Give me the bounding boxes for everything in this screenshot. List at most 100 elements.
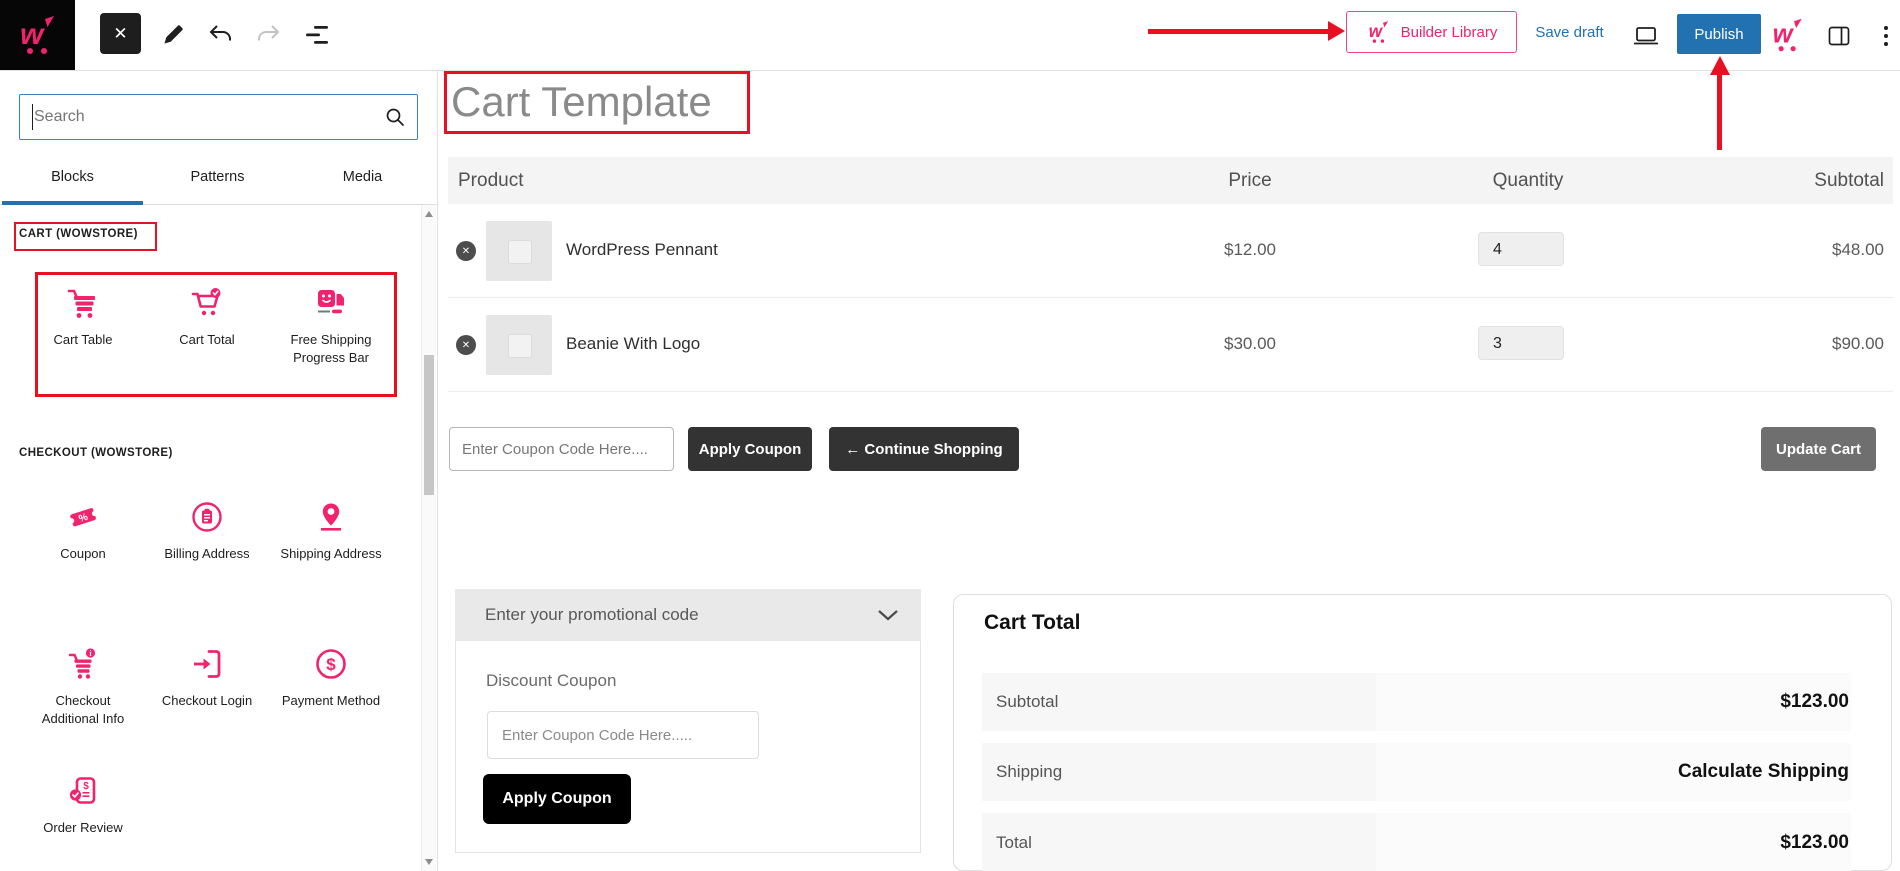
sidebar-panel-icon (1828, 26, 1850, 46)
scroll-down-icon[interactable] (425, 859, 433, 865)
row-label: Shipping (982, 743, 1376, 801)
free-shipping-progress-bar-icon (318, 290, 344, 314)
list-view-button[interactable] (302, 22, 332, 48)
cart-row[interactable]: ✕ WordPress Pennant $12.00 4 $48.00 (448, 204, 1893, 298)
remove-item-button[interactable]: ✕ (456, 241, 476, 261)
block-item-billing-address[interactable]: Billing Address (145, 498, 269, 563)
discount-coupon-title: Discount Coupon (486, 671, 617, 690)
row-label: Total (982, 813, 1376, 871)
checkout-login-icon (194, 650, 221, 678)
desktop-preview-icon (1634, 27, 1658, 45)
tab-blocks[interactable]: Blocks (0, 150, 145, 205)
checkout-additional-info-icon: i (68, 648, 96, 679)
preview-button[interactable] (1630, 24, 1662, 48)
page-title[interactable]: Cart Template (451, 78, 712, 126)
publish-button[interactable]: Publish (1677, 14, 1761, 54)
wowstore-settings-button[interactable]: w (1768, 15, 1808, 55)
inserter-tabs: Blocks Patterns Media (0, 150, 437, 205)
block-item-checkout-login[interactable]: Checkout Login (145, 645, 269, 710)
wowstore-logo-icon: w (1368, 21, 1388, 43)
search-input[interactable] (19, 94, 418, 140)
builder-library-label: Builder Library (1400, 23, 1498, 41)
pencil-icon (164, 25, 183, 44)
svg-text:$: $ (326, 655, 336, 674)
discount-coupon-input[interactable] (487, 711, 759, 759)
close-icon: ✕ (461, 245, 471, 257)
wowstore-logo-icon: w (1773, 18, 1802, 52)
promo-header-label: Enter your promotional code (485, 605, 699, 624)
coupon-code-input[interactable] (449, 427, 674, 471)
image-placeholder-icon (508, 334, 532, 358)
edit-tool-button[interactable] (160, 20, 188, 48)
image-placeholder-icon (508, 240, 532, 264)
wowstore-logo-block[interactable]: w (0, 0, 75, 70)
column-header-subtotal: Subtotal (1814, 170, 1884, 191)
undo-button[interactable] (206, 21, 236, 47)
cart-row[interactable]: ✕ Beanie With Logo $30.00 3 $90.00 (448, 298, 1893, 392)
order-review-icon: $ (69, 777, 96, 804)
tab-patterns[interactable]: Patterns (145, 150, 290, 204)
block-item-checkout-additional-info[interactable]: i Checkout Additional Info (21, 645, 145, 727)
product-subtotal: $48.00 (1832, 240, 1884, 259)
block-item-coupon[interactable]: % Coupon (21, 498, 145, 563)
cart-total-icon (191, 288, 221, 316)
apply-coupon-button[interactable]: Apply Coupon (688, 427, 812, 471)
update-cart-button[interactable]: Update Cart (1761, 427, 1876, 471)
block-item-free-shipping-progress-bar[interactable]: Free Shipping Progress Bar (269, 284, 393, 366)
block-item-shipping-address[interactable]: Shipping Address (269, 498, 393, 563)
chevron-down-icon[interactable] (877, 609, 899, 621)
scrollbar-thumb[interactable] (424, 355, 434, 495)
settings-panel-toggle[interactable] (1826, 23, 1852, 49)
product-subtotal: $90.00 (1832, 334, 1884, 353)
product-name: WordPress Pennant (566, 240, 718, 259)
editor-screen: w ✕ w Builder Library Save draft Publish… (0, 0, 1900, 871)
undo-icon (209, 25, 231, 41)
cart-total-card: Cart Total Subtotal $123.00 Shipping Cal… (953, 594, 1892, 871)
row-value: $123.00 (1376, 673, 1851, 731)
block-search (19, 94, 418, 140)
continue-shopping-button[interactable]: ← Continue Shopping (829, 427, 1019, 471)
cart-total-row-shipping: Shipping Calculate Shipping (982, 743, 1851, 801)
calculate-shipping-link[interactable]: Calculate Shipping (1376, 743, 1851, 801)
cart-table-header: Product Price Quantity Subtotal (448, 157, 1893, 204)
promo-code-accordion-header[interactable]: Enter your promotional code (455, 589, 921, 641)
section-title-checkout: CHECKOUT (WOWSTORE) (19, 447, 173, 459)
block-inserter-sidebar: Blocks Patterns Media CART (WOWSTORE) Ca… (0, 70, 438, 871)
product-thumbnail (486, 315, 552, 375)
search-icon (386, 108, 404, 126)
block-item-cart-table[interactable]: Cart Table (21, 284, 145, 349)
row-value: $123.00 (1376, 813, 1851, 871)
tab-media[interactable]: Media (290, 150, 435, 204)
redo-button[interactable] (253, 21, 283, 47)
row-label: Subtotal (982, 673, 1376, 731)
editor-topbar: w ✕ w Builder Library Save draft Publish… (0, 0, 1900, 71)
svg-text:$: $ (83, 781, 89, 792)
block-item-order-review[interactable]: $ Order Review (21, 772, 145, 837)
apply-coupon-button[interactable]: Apply Coupon (483, 774, 631, 824)
scroll-up-icon[interactable] (425, 211, 433, 217)
coupon-icon: % (69, 508, 98, 527)
quantity-input[interactable]: 3 (1478, 326, 1564, 360)
sidebar-scrollbar[interactable] (421, 205, 436, 871)
column-header-quantity: Quantity (1492, 170, 1564, 191)
promo-code-panel: Discount Coupon Apply Coupon (455, 641, 921, 853)
builder-library-button[interactable]: w Builder Library (1346, 11, 1517, 53)
editor-canvas: Cart Template Product Price Quantity Sub… (437, 70, 1900, 871)
block-item-cart-total[interactable]: Cart Total (145, 284, 269, 349)
remove-item-button[interactable]: ✕ (456, 335, 476, 355)
save-draft-button[interactable]: Save draft (1522, 18, 1617, 46)
redo-icon (258, 25, 280, 41)
options-menu-button[interactable] (1878, 20, 1894, 52)
svg-text:w: w (20, 18, 45, 51)
close-inserter-button[interactable]: ✕ (100, 13, 141, 54)
product-price: $12.00 (1224, 240, 1276, 259)
section-title-cart: CART (WOWSTORE) (19, 228, 138, 240)
quantity-input[interactable]: 4 (1478, 232, 1564, 266)
billing-address-icon (192, 502, 222, 532)
list-view-icon (306, 26, 328, 44)
column-header-price: Price (1228, 170, 1272, 191)
product-thumbnail (486, 221, 552, 281)
product-price: $30.00 (1224, 334, 1276, 353)
block-item-payment-method[interactable]: $ Payment Method (269, 645, 393, 710)
cart-table-icon (67, 289, 95, 318)
